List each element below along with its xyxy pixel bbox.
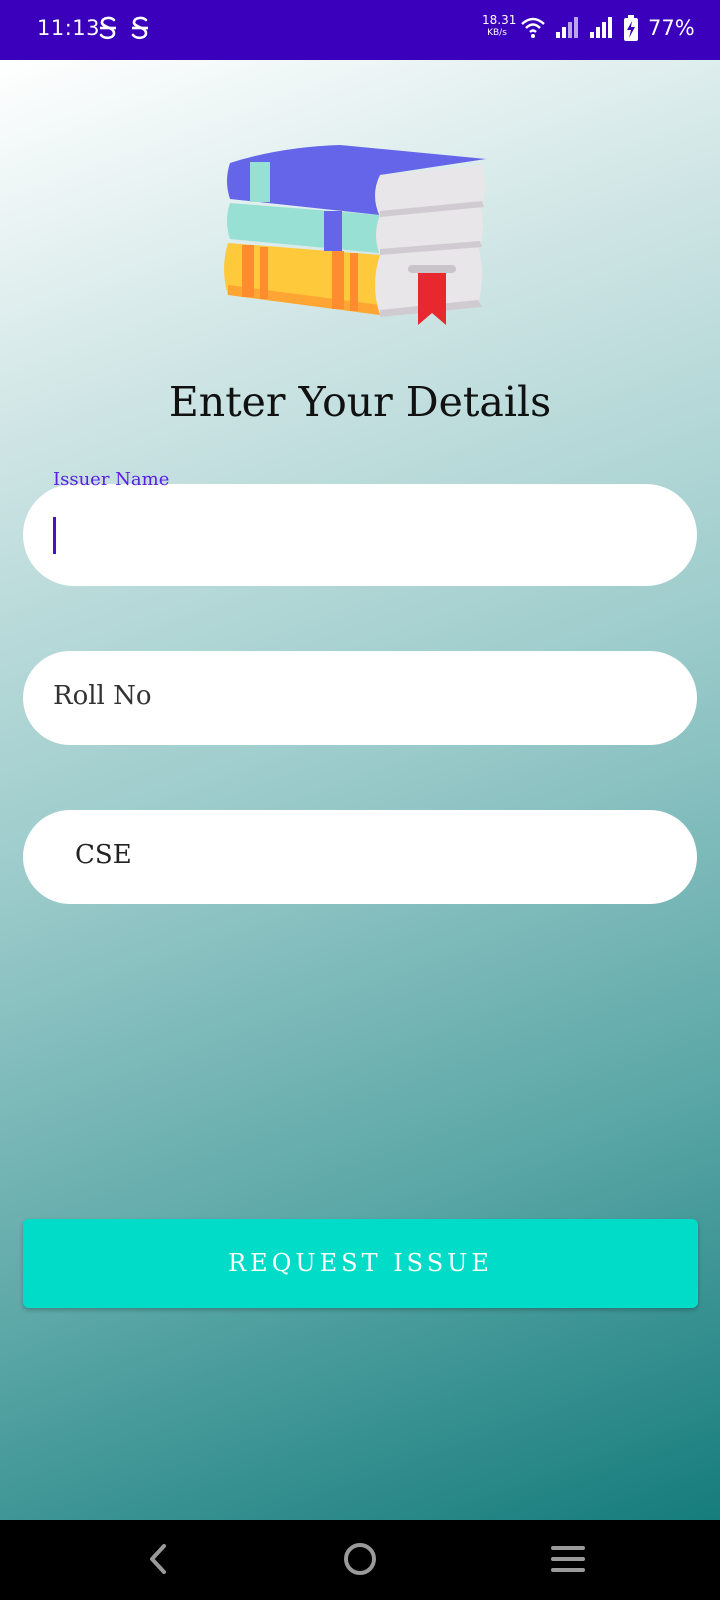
home-icon[interactable] (339, 1538, 381, 1584)
signal-icon (554, 14, 580, 44)
wifi-icon (520, 14, 546, 44)
page-title: Enter Your Details (168, 378, 552, 426)
issuer-name-field[interactable] (23, 484, 697, 586)
back-icon[interactable] (138, 1538, 178, 1584)
net-speed: 18.31 KB/s (482, 13, 517, 38)
roll-no-field[interactable]: Roll No (23, 651, 697, 745)
s-notification-icon (97, 14, 119, 42)
signal-icon (588, 14, 614, 44)
battery-charging-icon (622, 14, 640, 46)
issuer-name-label: Issuer Name (53, 469, 170, 490)
main-content: Enter Your Details Issuer Name Roll No C… (0, 60, 720, 1520)
net-speed-value: 18.31 (482, 13, 517, 27)
text-caret (53, 517, 56, 554)
net-speed-unit: KB/s (487, 28, 507, 38)
books-stack-icon (220, 145, 500, 349)
status-bar: 11:13 18.31 KB/s 77% (0, 0, 720, 60)
navigation-bar (0, 1520, 720, 1600)
status-time: 11:13 (37, 16, 101, 40)
department-select[interactable]: CSE (23, 810, 697, 904)
s-notification-icon (129, 14, 151, 42)
battery-level: 77% (648, 16, 695, 40)
department-value: CSE (75, 840, 132, 870)
roll-no-placeholder: Roll No (53, 681, 152, 711)
menu-icon[interactable] (547, 1538, 589, 1584)
request-issue-button[interactable]: REQUEST ISSUE (23, 1219, 698, 1308)
